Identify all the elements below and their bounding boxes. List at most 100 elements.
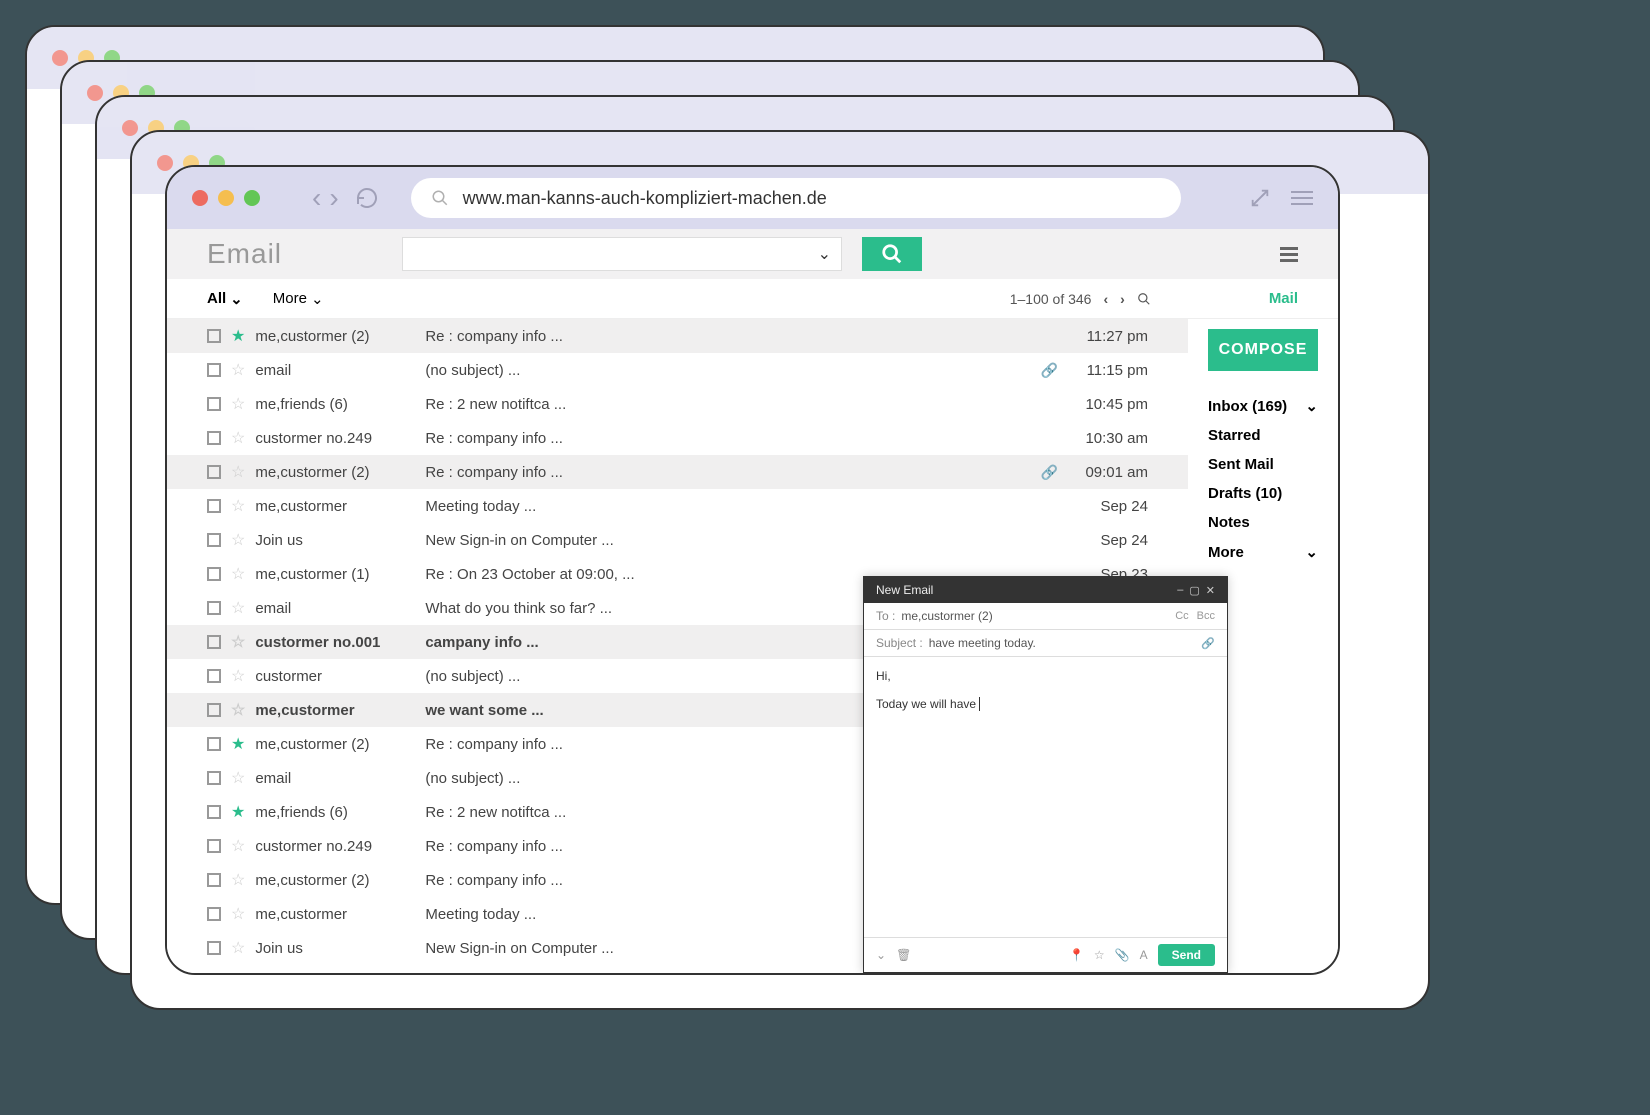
star-icon[interactable]: ★ <box>231 734 245 754</box>
email-row[interactable]: ☆me,friends (6)Re : 2 new notiftca ...10… <box>167 387 1188 421</box>
toolbar: All ⌄ More ⌄ 1–100 of 346 ‹ › Mail <box>167 279 1338 319</box>
email-row[interactable]: ☆custormer no.249Re : company info ...10… <box>167 421 1188 455</box>
mail-label[interactable]: Mail <box>1269 290 1298 307</box>
checkbox[interactable] <box>207 431 221 445</box>
menu-icon[interactable] <box>1291 191 1313 205</box>
checkbox[interactable] <box>207 567 221 581</box>
compose-header[interactable]: New Email – ▢ ✕ <box>864 577 1227 603</box>
checkbox[interactable] <box>207 771 221 785</box>
star-icon[interactable]: ★ <box>231 802 245 822</box>
location-icon[interactable]: 📍 <box>1069 948 1084 962</box>
pager-prev-icon[interactable]: ‹ <box>1103 291 1108 307</box>
reload-icon[interactable] <box>355 186 379 210</box>
email-row[interactable]: ☆ me,custormer Meeting today ... Sep 24 <box>167 489 1188 523</box>
compose-subject-field[interactable]: Subject : have meeting today. 🔗 <box>864 630 1227 657</box>
filter-all[interactable]: All ⌄ <box>207 290 243 308</box>
checkbox[interactable] <box>207 329 221 343</box>
search-dropdown-icon[interactable]: ⌄ <box>818 244 831 264</box>
email-row[interactable]: ☆email(no subject) ...🔗11:15 pm <box>167 353 1188 387</box>
checkbox[interactable] <box>207 941 221 955</box>
star-icon[interactable]: ☆ <box>231 462 245 482</box>
expand-icon[interactable] <box>1249 187 1271 209</box>
sender: me,friends (6) <box>255 396 415 413</box>
sidebar-item[interactable]: Starred <box>1208 421 1318 450</box>
subject: Meeting today ... <box>425 498 1058 515</box>
email-row[interactable]: ★me,custormer (2)Re : company info ...11… <box>167 319 1188 353</box>
sender: me,custormer <box>255 498 415 515</box>
time: Sep 24 <box>1068 498 1148 515</box>
font-icon[interactable]: A <box>1140 948 1148 962</box>
pager-next-icon[interactable]: › <box>1120 291 1125 307</box>
star-icon[interactable]: ☆ <box>231 972 245 973</box>
checkbox[interactable] <box>207 907 221 921</box>
sidebar-item[interactable]: Notes <box>1208 508 1318 537</box>
toolbar-more[interactable]: More ⌄ <box>273 290 324 308</box>
checkbox[interactable] <box>207 669 221 683</box>
star-icon[interactable]: ☆ <box>231 904 245 924</box>
checkbox[interactable] <box>207 499 221 513</box>
compose-to-field[interactable]: To : me,custormer (2) Cc Bcc <box>864 603 1227 630</box>
bcc-link[interactable]: Bcc <box>1197 610 1215 622</box>
checkbox[interactable] <box>207 601 221 615</box>
nav-back-icon[interactable]: ‹ <box>312 182 321 214</box>
star-icon[interactable]: ☆ <box>231 938 245 958</box>
nav-forward-icon[interactable]: › <box>329 182 338 214</box>
cc-link[interactable]: Cc <box>1175 610 1188 622</box>
star-icon[interactable]: ☆ <box>231 666 245 686</box>
maximize-button[interactable] <box>244 190 260 206</box>
subject: New Sign-in on Computer ... <box>425 532 1058 549</box>
star-icon[interactable]: ☆ <box>231 598 245 618</box>
compose-minimize-icon[interactable]: – <box>1177 584 1183 597</box>
star-icon[interactable]: ☆ <box>231 530 245 550</box>
compose-delete-icon[interactable]: 🗑 <box>896 948 911 962</box>
sidebar-item[interactable]: More⌄ <box>1208 537 1318 567</box>
app-header: Email ⌄ <box>167 229 1338 279</box>
checkbox[interactable] <box>207 839 221 853</box>
attachment-icon[interactable]: 🔗 <box>1201 637 1215 650</box>
minimize-button[interactable] <box>218 190 234 206</box>
sidebar-item[interactable]: Drafts (10) <box>1208 479 1318 508</box>
email-row[interactable]: ☆me,custormer (2)Re : company info ...🔗0… <box>167 455 1188 489</box>
star-icon[interactable]: ☆ <box>231 496 245 516</box>
star-icon[interactable]: ☆ <box>1094 948 1105 962</box>
star-icon[interactable]: ☆ <box>231 564 245 584</box>
checkbox[interactable] <box>207 533 221 547</box>
sidebar-item[interactable]: Inbox (169)⌄ <box>1208 391 1318 421</box>
url-bar[interactable]: www.man-kanns-auch-kompliziert-machen.de <box>411 178 1181 218</box>
checkbox[interactable] <box>207 805 221 819</box>
email-row[interactable]: ☆Join usNew Sign-in on Computer ...Sep 2… <box>167 523 1188 557</box>
compose-close-icon[interactable]: ✕ <box>1206 584 1215 597</box>
star-icon[interactable]: ☆ <box>231 360 245 380</box>
checkbox[interactable] <box>207 635 221 649</box>
compose-footer: ⌄ 🗑 📍 ☆ 📎 A Send <box>864 937 1227 972</box>
sender: Join us <box>255 940 415 957</box>
star-icon[interactable]: ☆ <box>231 394 245 414</box>
star-icon[interactable]: ☆ <box>231 870 245 890</box>
checkbox[interactable] <box>207 873 221 887</box>
attach-icon[interactable]: 📎 <box>1115 948 1130 962</box>
search-input[interactable]: ⌄ <box>402 237 842 271</box>
checkbox[interactable] <box>207 737 221 751</box>
star-icon[interactable]: ☆ <box>231 768 245 788</box>
app-menu-icon[interactable] <box>1280 247 1298 262</box>
compose-body[interactable]: Hi, Today we will have <box>864 657 1227 937</box>
search-small-icon[interactable] <box>1137 292 1151 306</box>
compose-expand-icon[interactable]: ▢ <box>1189 584 1199 597</box>
sender: me,custormer (2) <box>255 328 415 345</box>
compose-more-icon[interactable]: ⌄ <box>876 948 886 962</box>
star-icon[interactable]: ☆ <box>231 836 245 856</box>
compose-button[interactable]: COMPOSE <box>1208 329 1318 371</box>
checkbox[interactable] <box>207 703 221 717</box>
star-icon[interactable]: ☆ <box>231 632 245 652</box>
close-button[interactable] <box>192 190 208 206</box>
checkbox[interactable] <box>207 465 221 479</box>
star-icon[interactable]: ★ <box>231 326 245 346</box>
send-button[interactable]: Send <box>1158 944 1215 966</box>
checkbox[interactable] <box>207 397 221 411</box>
sidebar-item[interactable]: Sent Mail <box>1208 450 1318 479</box>
checkbox[interactable] <box>207 363 221 377</box>
star-icon[interactable]: ☆ <box>231 700 245 720</box>
search-button[interactable] <box>862 237 922 271</box>
sender: email <box>255 770 415 787</box>
star-icon[interactable]: ☆ <box>231 428 245 448</box>
